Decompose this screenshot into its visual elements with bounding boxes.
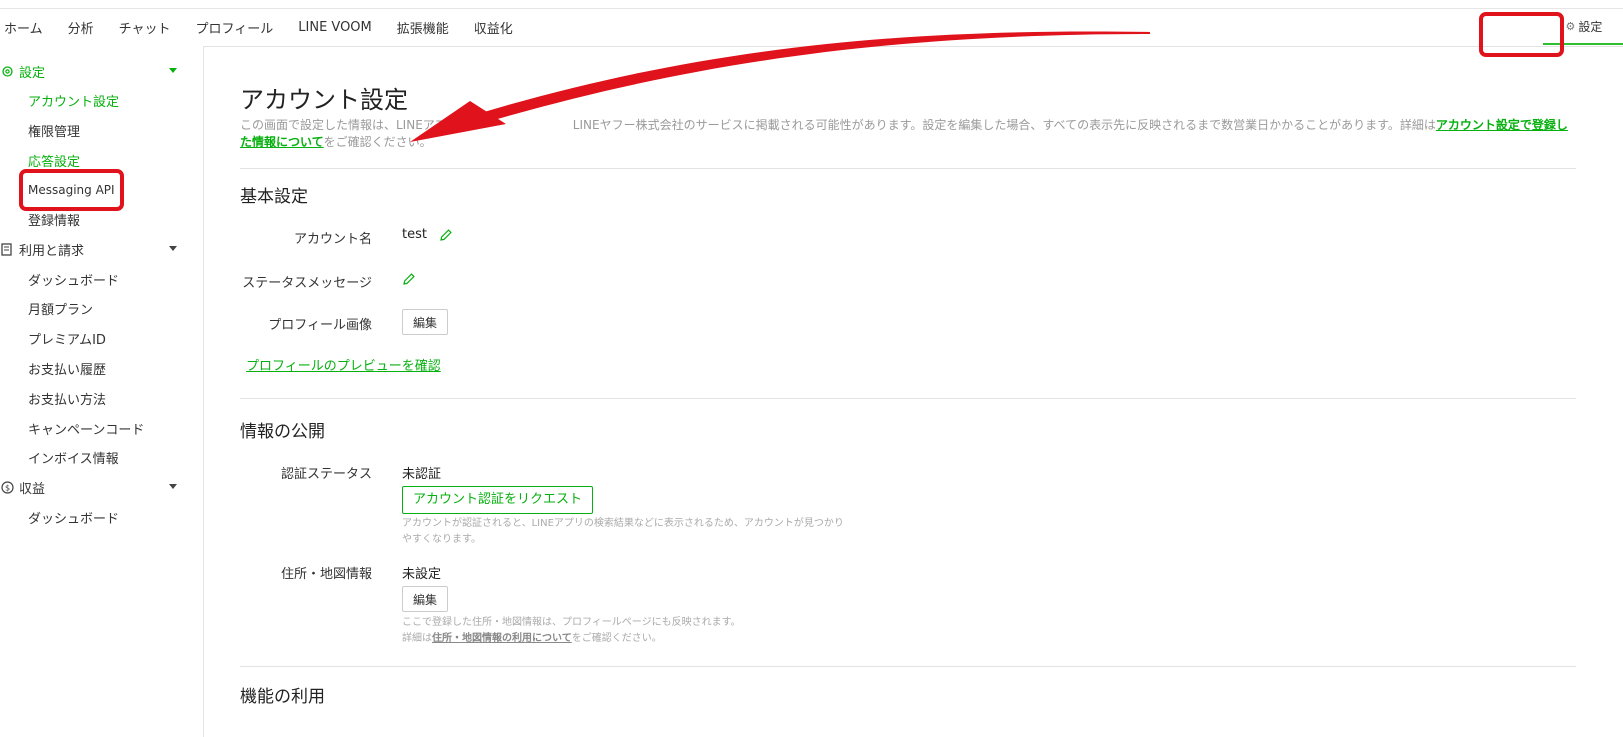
nav-analytics[interactable]: 分析 xyxy=(68,18,94,37)
sidebar-item-invoice-info[interactable]: インボイス情報 xyxy=(0,446,203,468)
page-description: この画面で設定した情報は、LINEアプリ LINEヤフー株式会社のサービスに掲載さ… xyxy=(240,117,1570,151)
top-navigation-bar: ホーム 分析 チャット プロフィール LINE VOOM 拡張機能 収益化 ⚙ … xyxy=(0,8,1623,47)
sidebar-section-label: 利用と請求 xyxy=(19,243,85,259)
sidebar-item-permissions[interactable]: 権限管理 xyxy=(0,119,203,141)
description-text-2: LINEヤフー株式会社のサービスに掲載される可能性があります。設定を編集した場合… xyxy=(572,118,1436,132)
sidebar-item-revenue-dashboard[interactable]: ダッシュボード xyxy=(0,506,203,528)
gear-icon: ⚙ xyxy=(1565,19,1576,33)
receipt-icon xyxy=(0,242,14,256)
chevron-down-icon xyxy=(169,68,177,73)
nav-monetization[interactable]: 収益化 xyxy=(474,18,513,37)
sidebar-item-premium-id[interactable]: プレミアムID xyxy=(0,327,203,349)
nav-profile[interactable]: プロフィール xyxy=(196,18,274,37)
sidebar-item-payment-history[interactable]: お支払い履歴 xyxy=(0,357,203,379)
edit-account-name-pencil-icon[interactable] xyxy=(439,228,453,242)
verification-status-value: 未認証 xyxy=(402,467,442,482)
coin-icon: $ xyxy=(0,480,14,494)
sidebar-item-dashboard[interactable]: ダッシュボード xyxy=(0,268,203,290)
request-verification-button[interactable]: アカウント認証をリクエスト xyxy=(402,486,594,514)
account-name-value: test xyxy=(402,227,453,242)
description-suffix: をご確認ください。 xyxy=(323,135,432,149)
status-message-label: ステータスメッセージ xyxy=(242,276,372,291)
chevron-down-icon xyxy=(169,246,177,251)
account-name-text: test xyxy=(402,227,427,242)
address-note: ここで登録した住所・地図情報は、プロフィールページにも反映されます。 詳細は住所… xyxy=(402,615,902,647)
address-map-value: 未設定 xyxy=(402,567,442,582)
chevron-down-icon xyxy=(169,484,177,489)
account-name-label: アカウント名 xyxy=(293,232,372,247)
nav-home[interactable]: ホーム xyxy=(4,18,43,37)
sidebar-section-settings[interactable]: 設定 xyxy=(0,60,203,82)
address-note-prefix: 詳細は xyxy=(402,633,432,644)
address-map-label: 住所・地図情報 xyxy=(280,567,372,582)
sidebar-item-registration-info[interactable]: 登録情報 xyxy=(0,208,203,230)
settings-tab[interactable]: ⚙ 設定 xyxy=(1543,9,1623,45)
verification-status-label: 認証ステータス xyxy=(280,467,372,482)
sidebar-item-account-settings[interactable]: アカウント設定 xyxy=(0,89,203,111)
sidebar-item-payment-method[interactable]: お支払い方法 xyxy=(0,387,203,409)
profile-image-label: プロフィール画像 xyxy=(268,318,372,333)
section-features-heading: 機能の利用 xyxy=(240,687,325,707)
page-title: アカウント設定 xyxy=(240,86,408,114)
sidebar-item-messaging-api[interactable]: Messaging API xyxy=(0,179,203,201)
gear-icon xyxy=(0,64,14,78)
status-message-value xyxy=(394,271,416,286)
description-text: この画面で設定した情報は、LINEアプリ xyxy=(240,118,459,132)
edit-profile-image-button[interactable]: 編集 xyxy=(402,309,449,335)
sidebar-section-label: 設定 xyxy=(19,65,46,81)
profile-preview-link[interactable]: プロフィールのプレビューを確認 xyxy=(246,355,441,374)
sidebar-section-revenue[interactable]: $ 収益 xyxy=(0,476,203,498)
address-note-suffix: をご確認ください。 xyxy=(571,633,662,644)
edit-address-button[interactable]: 編集 xyxy=(402,586,449,612)
sidebar: 設定 アカウント設定 権限管理 応答設定 Messaging API 登録情報 … xyxy=(0,46,204,737)
edit-status-message-pencil-icon[interactable] xyxy=(402,272,416,286)
sidebar-section-label: 収益 xyxy=(19,481,46,497)
divider xyxy=(240,666,1576,667)
verification-note: アカウントが認証されると、LINEアプリの検索結果などに表示されるため、アカウン… xyxy=(402,518,844,545)
sidebar-item-monthly-plan[interactable]: 月額プラン xyxy=(0,297,203,319)
top-nav: ホーム 分析 チャット プロフィール LINE VOOM 拡張機能 収益化 xyxy=(4,9,538,46)
address-note-line1: ここで登録した住所・地図情報は、プロフィールページにも反映されます。 xyxy=(402,617,741,628)
address-note-line2: 詳細は住所・地図情報の利用についてをご確認ください。 xyxy=(402,631,902,647)
nav-line-voom[interactable]: LINE VOOM xyxy=(298,20,372,35)
address-usage-link[interactable]: 住所・地図情報の利用について xyxy=(432,633,572,644)
settings-tab-label: 設定 xyxy=(1578,19,1603,34)
divider xyxy=(240,398,1576,399)
divider xyxy=(240,168,1576,169)
section-publicity-heading: 情報の公開 xyxy=(240,422,325,442)
svg-text:$: $ xyxy=(4,483,9,492)
sidebar-item-campaign-code[interactable]: キャンペーンコード xyxy=(0,417,203,439)
sidebar-section-billing[interactable]: 利用と請求 xyxy=(0,238,203,260)
section-basic-settings-heading: 基本設定 xyxy=(240,187,308,207)
nav-chat[interactable]: チャット xyxy=(119,18,171,37)
sidebar-item-response-settings[interactable]: 応答設定 xyxy=(0,149,203,171)
nav-extensions[interactable]: 拡張機能 xyxy=(397,18,449,37)
